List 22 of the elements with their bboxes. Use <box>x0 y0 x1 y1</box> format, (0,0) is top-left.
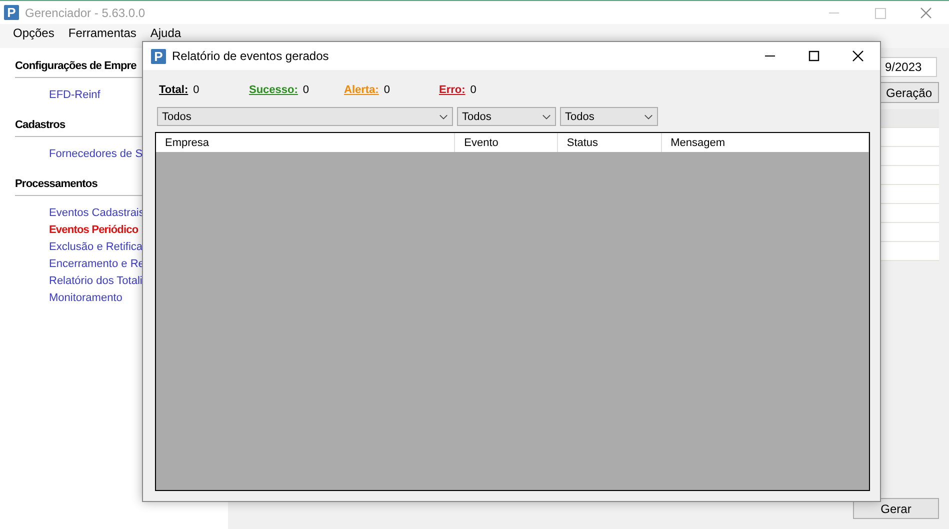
counter-value: 0 <box>302 84 310 96</box>
generate-button[interactable]: Gerar <box>853 498 939 519</box>
chevron-down-icon[interactable] <box>542 114 551 120</box>
dialog-title: Relatório de eventos gerados <box>172 49 329 63</box>
date-field[interactable]: 9/2023 <box>880 57 937 77</box>
filter-dropdown[interactable]: Todos <box>560 107 658 126</box>
menu-item[interactable]: Opções <box>6 27 62 40</box>
counter-label[interactable]: Erro: <box>439 84 466 96</box>
menu-item[interactable]: Ferramentas <box>61 27 144 40</box>
menu-item[interactable]: Ajuda <box>143 27 188 40</box>
window-title: Gerenciador - 5.63.0.0 <box>25 6 146 20</box>
chevron-down-icon[interactable] <box>644 114 653 120</box>
filter-dropdown[interactable]: Todos <box>457 107 556 126</box>
filter-dropdown[interactable]: Todos <box>157 107 453 126</box>
counter-label[interactable]: Total: <box>159 84 188 96</box>
counter-value: 0 <box>384 84 390 96</box>
counter-value: 0 <box>470 84 476 96</box>
chevron-down-icon[interactable] <box>439 114 448 120</box>
counter-value: 0 <box>193 84 200 96</box>
counter-label[interactable]: Sucesso: <box>249 84 298 96</box>
app-logo: P <box>4 5 19 20</box>
app-logo: P <box>151 48 166 64</box>
